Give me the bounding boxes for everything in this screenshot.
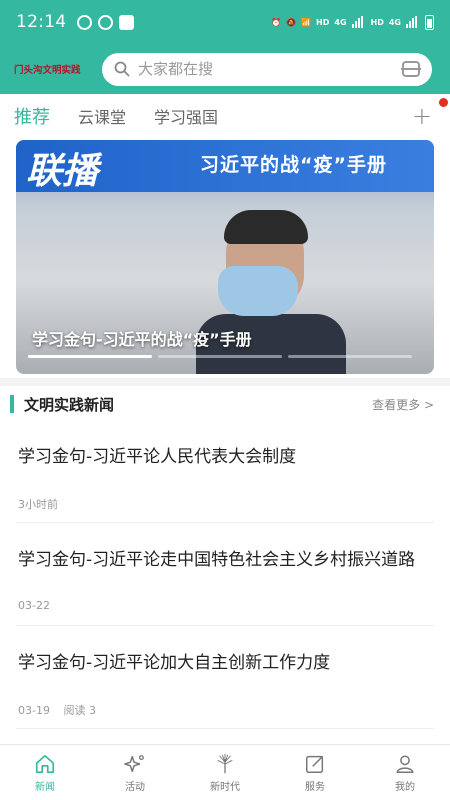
news-reads: 阅读 3: [63, 704, 96, 717]
tree-icon: [217, 753, 233, 773]
news-time: 03-22: [18, 599, 50, 612]
section-header: 文明实践新闻 查看更多 >: [0, 390, 450, 418]
news-title: 学习金句-习近平论加大自主创新工作力度: [18, 653, 331, 673]
scan-icon[interactable]: [401, 61, 421, 77]
list-item[interactable]: 学习金句-习近平论加大自主创新工作力度 03-19 阅读 3: [16, 626, 434, 729]
wifi-icon: 📶: [301, 17, 312, 27]
status-system-icons: ⏰ 🔕 📶 HD 4G HD 4G: [271, 14, 434, 30]
nav-new-era[interactable]: 新时代: [180, 745, 270, 800]
slide-indicator[interactable]: [288, 355, 412, 358]
banner-caption: 学习金句-习近平的战“疫”手册: [32, 330, 252, 349]
nav-label: 新闻: [35, 781, 55, 793]
banner-carousel[interactable]: 联播 习近平的战“疫”手册 学习金句-习近平的战“疫”手册: [16, 140, 434, 374]
slide-indicator[interactable]: [28, 355, 152, 358]
app-logo: 门头沟文明实践: [14, 65, 81, 76]
network-label-1: HD: [316, 17, 330, 27]
nav-label: 服务: [305, 781, 325, 793]
network-label-4: 4G: [388, 17, 401, 27]
section-accent-bar: [10, 395, 14, 413]
alarm-icon: ⏰: [271, 17, 282, 27]
sparkle-icon: [124, 754, 144, 772]
see-more-link[interactable]: 查看更多 >: [372, 396, 434, 413]
news-meta: 03-19 阅读 3: [18, 702, 96, 718]
shield-icon: [97, 14, 113, 30]
status-notification-icons: [76, 14, 134, 30]
news-title: 学习金句-习近平论走中国特色社会主义乡村振兴道路: [18, 550, 416, 570]
banner-header: 联播 习近平的战“疫”手册: [16, 140, 434, 192]
slide-indicator[interactable]: [158, 355, 282, 358]
tab-recommend[interactable]: 推荐: [14, 103, 50, 129]
nav-label: 新时代: [210, 781, 240, 793]
list-item[interactable]: 学习金句-习近平论人民代表大会制度 3小时前: [16, 420, 434, 523]
news-list: 学习金句-习近平论人民代表大会制度 3小时前 学习金句-习近平论走中国特色社会主…: [16, 420, 434, 729]
app-notification-icon: [118, 14, 134, 30]
banner-top-title: 习近平的战“疫”手册: [200, 154, 387, 176]
search-icon: [114, 61, 130, 77]
nav-label: 我的: [395, 781, 415, 793]
tab-cloud-classroom[interactable]: 云课堂: [78, 104, 126, 128]
channel-tabs: 推荐 云课堂 学习强国 +: [0, 94, 450, 138]
news-meta: 3小时前: [18, 496, 58, 512]
news-meta: 03-22: [18, 599, 50, 612]
header-bar: 门头沟文明实践: [0, 44, 450, 94]
network-label-2: 4G: [334, 17, 347, 27]
status-time: 12:14: [16, 12, 67, 32]
signal-icon-2: [406, 16, 420, 28]
plus-icon[interactable]: +: [412, 102, 432, 130]
bottom-nav: 新闻 活动 新时代 服务 我的: [0, 744, 450, 800]
nav-mine[interactable]: 我的: [360, 745, 450, 800]
notification-icon: [76, 14, 92, 30]
status-bar: 12:14 ⏰ 🔕 📶 HD 4G HD 4G: [0, 0, 450, 44]
search-input[interactable]: [138, 60, 402, 78]
divider: [0, 378, 450, 386]
news-title: 学习金句-习近平论人民代表大会制度: [18, 447, 297, 467]
user-icon: [396, 754, 414, 773]
notification-dot: [439, 98, 448, 107]
news-time: 03-19: [18, 704, 50, 717]
tab-study-power[interactable]: 学习强国: [154, 104, 218, 128]
mute-icon: 🔕: [286, 17, 297, 27]
edit-icon: [306, 755, 324, 773]
banner-logo: 联播: [26, 151, 99, 192]
nav-activity[interactable]: 活动: [90, 745, 180, 800]
signal-icon: [351, 16, 366, 28]
section-title: 文明实践新闻: [24, 395, 115, 414]
nav-label: 活动: [125, 781, 145, 793]
banner-indicator: [28, 355, 412, 358]
home-icon: [35, 754, 55, 773]
list-item[interactable]: 学习金句-习近平论走中国特色社会主义乡村振兴道路 03-22: [16, 523, 434, 626]
network-label-3: HD: [370, 17, 384, 27]
battery-icon: [425, 14, 434, 30]
nav-news[interactable]: 新闻: [0, 745, 90, 800]
nav-service[interactable]: 服务: [270, 745, 360, 800]
news-time: 3小时前: [18, 498, 58, 511]
search-box[interactable]: [102, 52, 432, 86]
